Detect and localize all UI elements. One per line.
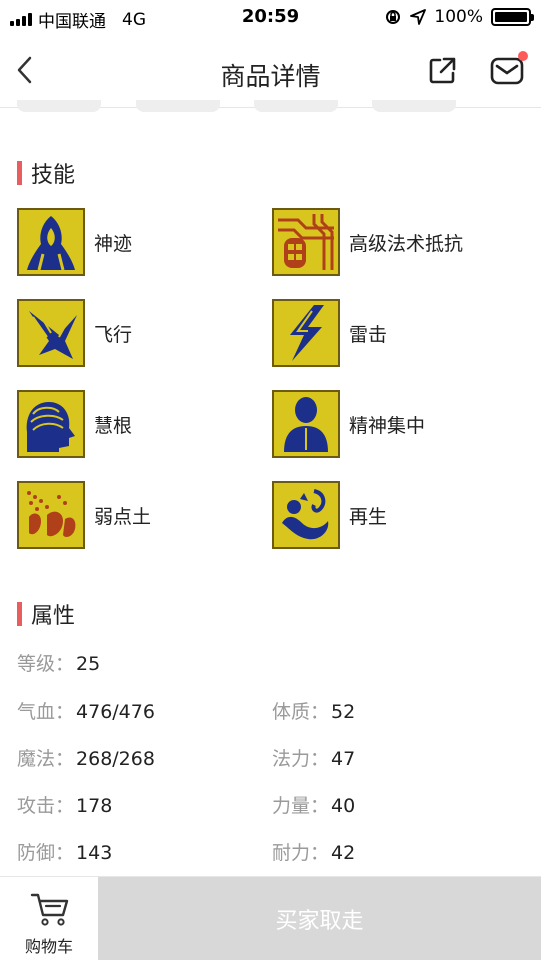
attribute-label: 法力： [272, 748, 330, 770]
skill-name: 高级法术抵抗 [349, 232, 464, 255]
skill-item[interactable]: 飞行 [17, 299, 132, 367]
cart-button[interactable]: 购物车 [0, 877, 98, 960]
skill-item[interactable]: 精神集中 [272, 390, 425, 458]
skill-name: 神迹 [94, 232, 133, 255]
attribute-mp: 魔法： 268/268 [17, 744, 155, 771]
skill-name: 飞行 [94, 323, 133, 346]
regeneration-icon [272, 481, 340, 549]
navigation-bar: 商品详情 [0, 36, 541, 108]
circuit-shield-icon [272, 208, 340, 276]
shopping-cart-icon [30, 893, 69, 926]
skill-item[interactable]: 再生 [272, 481, 387, 549]
attribute-hp: 气血： 476/476 [17, 697, 155, 724]
skill-name: 再生 [349, 505, 388, 528]
attribute-label: 魔法： [17, 748, 75, 770]
location-arrow-icon [410, 9, 427, 25]
buy-button[interactable]: 买家取走 [98, 877, 541, 960]
attribute-value: 47 [331, 748, 356, 770]
tag-stub [254, 100, 338, 112]
skill-name: 精神集中 [349, 414, 426, 437]
attribute-value: 25 [76, 653, 101, 675]
attribute-label: 攻击： [17, 795, 75, 817]
bottom-action-bar: 购物车 买家取走 [0, 876, 541, 960]
skill-name: 雷击 [349, 323, 388, 346]
attribute-label: 气血： [17, 701, 75, 723]
tag-stub [372, 100, 456, 112]
attribute-defense: 防御： 143 [17, 838, 112, 865]
status-bar: 中国联通 4G 20:59 100% [0, 0, 541, 36]
skill-name: 慧根 [94, 414, 133, 437]
battery-percent: 100% [434, 7, 483, 27]
attribute-level: 等级： 25 [17, 649, 100, 676]
attribute-attack: 攻击： 178 [17, 791, 112, 818]
attribute-label: 力量： [272, 795, 330, 817]
wing-icon [17, 299, 85, 367]
attribute-value: 476/476 [76, 701, 155, 723]
attribute-magic-power: 法力： 47 [272, 744, 355, 771]
skill-item[interactable]: 高级法术抵抗 [272, 208, 463, 276]
tag-stub [17, 100, 101, 112]
battery-icon [491, 8, 534, 26]
attribute-strength: 力量： 40 [272, 791, 355, 818]
attribute-label: 防御： [17, 842, 75, 864]
attribute-value: 143 [76, 842, 113, 864]
attributes-section-title: 属性 [17, 598, 75, 630]
attribute-constitution: 体质： 52 [272, 697, 355, 724]
attribute-value: 42 [331, 842, 356, 864]
attributes-title-label: 属性 [31, 604, 76, 629]
status-right: 100% [384, 7, 534, 27]
skill-item[interactable]: 慧根 [17, 390, 132, 458]
attribute-label: 体质： [272, 701, 330, 723]
attribute-label: 耐力： [272, 842, 330, 864]
mail-icon [490, 57, 524, 85]
skill-item[interactable]: 雷击 [272, 299, 387, 367]
tag-stub [136, 100, 220, 112]
earth-weakness-icon [17, 481, 85, 549]
skills-title-label: 技能 [31, 163, 76, 188]
skills-section-title: 技能 [17, 157, 75, 189]
section-accent-bar [17, 602, 22, 626]
share-icon[interactable] [426, 55, 458, 87]
wise-head-icon [17, 390, 85, 458]
skill-name: 弱点土 [94, 505, 152, 528]
skill-item[interactable]: 弱点土 [17, 481, 151, 549]
lightning-icon [272, 299, 340, 367]
orientation-lock-icon [386, 10, 401, 24]
cart-label: 购物车 [24, 937, 73, 956]
message-button[interactable] [490, 51, 528, 86]
attribute-label: 等级： [17, 653, 75, 675]
attribute-value: 40 [331, 795, 356, 817]
attribute-endurance: 耐力： 42 [272, 838, 355, 865]
meditating-figure-icon [272, 390, 340, 458]
hooded-figure-icon [17, 208, 85, 276]
notification-dot [518, 51, 528, 61]
attribute-value: 52 [331, 701, 356, 723]
attribute-value: 178 [76, 795, 113, 817]
section-accent-bar [17, 161, 22, 185]
attribute-value: 268/268 [76, 748, 155, 770]
skill-item[interactable]: 神迹 [17, 208, 132, 276]
page-title: 商品详情 [220, 62, 321, 91]
